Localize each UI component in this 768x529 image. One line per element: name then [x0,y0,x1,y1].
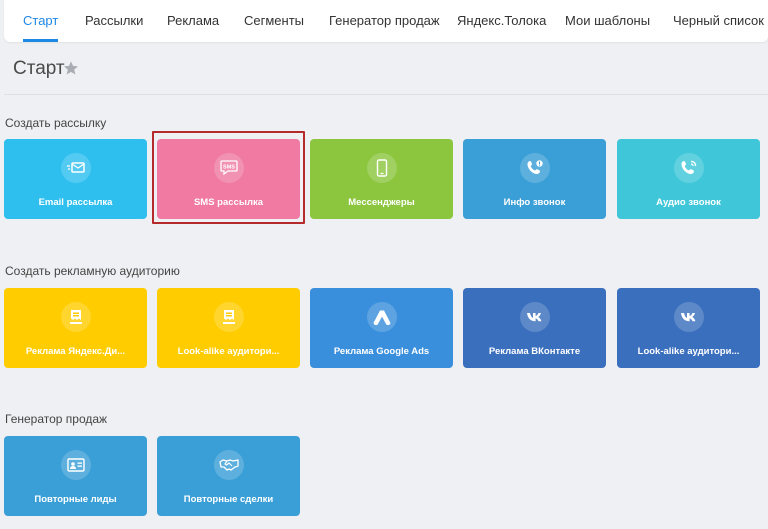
tile-email-mailing[interactable]: Email рассылка [4,139,147,219]
tile-repeat-deals[interactable]: Повторные сделки [157,436,300,516]
tile-label: Email рассылка [38,197,113,208]
yandex-direct-icon [61,302,91,332]
tile-vk-lookalike[interactable]: Look-alike аудитори... [617,288,760,368]
tab-start[interactable]: Старт [23,0,59,42]
section-title-sales: Генератор продаж [5,412,108,426]
tile-label: Look-alike аудитори... [177,346,280,357]
tile-label: Мессенджеры [348,197,415,208]
tile-label: Инфо звонок [503,197,566,208]
tab-advertising[interactable]: Реклама [167,0,219,42]
email-icon [61,153,91,183]
top-navigation: Старт Рассылки Реклама Сегменты Генерато… [4,0,768,42]
tile-label: Реклама Google Ads [333,346,430,357]
page-title: Старт [13,58,65,79]
tab-blacklist[interactable]: Черный список [673,0,764,42]
tile-label: Повторные лиды [34,494,117,505]
tab-segments[interactable]: Сегменты [244,0,304,42]
google-ads-icon [367,302,397,332]
handshake-icon [214,450,244,480]
phone-audio-icon [674,153,704,183]
tab-my-templates[interactable]: Мои шаблоны [565,0,650,42]
yandex-lookalike-icon [214,302,244,332]
tile-label: Аудио звонок [656,197,721,208]
highlight-frame [152,131,305,224]
tile-info-call[interactable]: Инфо звонок [463,139,606,219]
tile-google-ads[interactable]: Реклама Google Ads [310,288,453,368]
section-title-mailing: Создать рассылку [5,116,107,130]
divider [4,94,768,95]
tab-mailings[interactable]: Рассылки [85,0,143,42]
tile-yandex-direct[interactable]: Реклама Яндекс.Ди... [4,288,147,368]
leads-icon [61,450,91,480]
phone-info-icon [520,153,550,183]
tab-sales-generator[interactable]: Генератор продаж [329,0,440,42]
vk-lookalike-icon [674,302,704,332]
tile-messengers[interactable]: Мессенджеры [310,139,453,219]
tile-label: Реклама Яндекс.Ди... [25,346,126,357]
tile-yandex-lookalike[interactable]: Look-alike аудитори... [157,288,300,368]
tile-repeat-leads[interactable]: Повторные лиды [4,436,147,516]
vk-icon [520,302,550,332]
tile-vkontakte[interactable]: Реклама ВКонтакте [463,288,606,368]
tab-yandex-toloka[interactable]: Яндекс.Толока [457,0,546,42]
tile-label: Реклама ВКонтакте [488,346,581,357]
star-icon[interactable] [63,60,79,76]
tile-label: Look-alike аудитори... [637,346,740,357]
smartphone-icon [367,153,397,183]
tile-label: Повторные сделки [183,494,274,505]
section-title-audience: Создать рекламную аудиторию [5,264,180,278]
tile-audio-call[interactable]: Аудио звонок [617,139,760,219]
